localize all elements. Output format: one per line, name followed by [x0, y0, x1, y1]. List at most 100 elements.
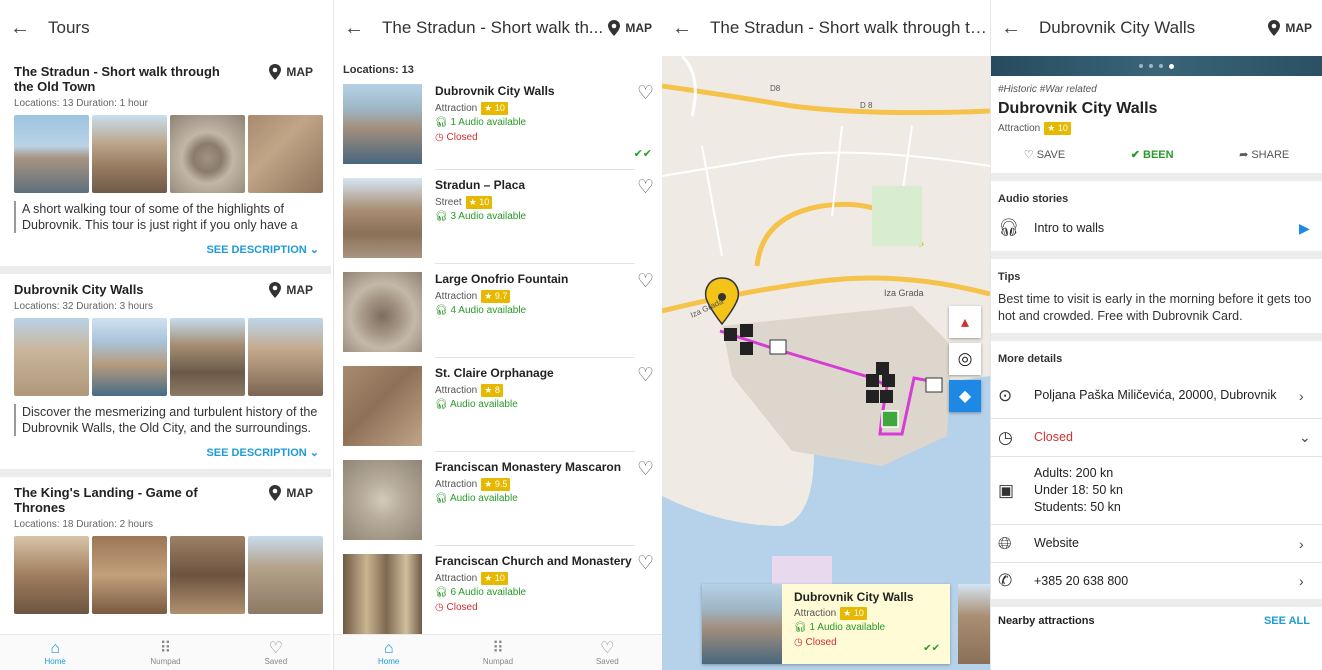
map-button[interactable]: MAP	[1267, 20, 1312, 36]
map-view[interactable]: D8 D 8 Iza Grada Iza Grada	[662, 56, 990, 670]
tour-meta: Locations: 32 Duration: 3 hours	[14, 301, 153, 312]
nav-numpad[interactable]: ⠿ Numpad	[110, 635, 220, 670]
location-name: Stradun – Placa	[435, 178, 526, 192]
map-pin-icon	[1268, 20, 1281, 36]
page-title: Tours	[48, 18, 90, 37]
heart-icon[interactable]: ♡	[637, 552, 654, 575]
back-arrow-icon[interactable]: ←	[344, 17, 370, 40]
heart-icon[interactable]: ♡	[637, 364, 654, 387]
divider	[991, 599, 1322, 607]
back-arrow-icon[interactable]: ←	[1001, 17, 1027, 40]
crosshair-icon: ◎	[957, 349, 973, 368]
see-all-button[interactable]: SEE ALL	[1264, 615, 1310, 627]
map-button[interactable]: MAP	[268, 64, 313, 80]
heart-icon: ♡	[268, 639, 283, 657]
tour-card[interactable]: The Stradun - Short walk through the Old…	[0, 56, 331, 266]
tour-photo	[170, 536, 245, 614]
address-text: Poljana Paška Miličevića, 20000, Dubrovn…	[1034, 388, 1277, 402]
tour-photo	[92, 318, 167, 396]
chevron-right-icon: ›	[1299, 573, 1304, 589]
heart-icon: ♡	[600, 639, 615, 657]
compass-button[interactable]: ▴	[949, 306, 981, 338]
list-item[interactable]: Large Onofrio Fountain Attraction ★ 9.7 🎧…	[334, 264, 662, 358]
app-bar: ← Tours	[0, 0, 331, 56]
been-button[interactable]: ✔ BEEN	[1131, 148, 1174, 161]
hero-image[interactable]	[991, 56, 1322, 76]
divider	[991, 251, 1322, 259]
nav-home[interactable]: ⌂ Home	[0, 635, 110, 670]
list-item[interactable]: Franciscan Monastery Mascaron Attraction…	[334, 452, 662, 546]
heart-icon[interactable]: ♡	[637, 458, 654, 481]
headphones-icon: 🎧︎	[794, 622, 807, 633]
back-arrow-icon[interactable]: ←	[10, 17, 36, 40]
location-pin-icon: ⊙	[998, 385, 1013, 405]
tour-photo	[170, 318, 245, 396]
heart-icon: ♡	[1023, 148, 1034, 161]
directions-button[interactable]: ◆	[949, 380, 981, 412]
clock-icon: ◷	[435, 602, 444, 613]
globe-icon: 🌐︎	[998, 533, 1012, 553]
tour-list[interactable]: The Stradun - Short walk through the Old…	[0, 56, 331, 634]
tour-photo	[14, 318, 89, 396]
list-item[interactable]: Franciscan Church and Monastery Attracti…	[334, 546, 662, 634]
tour-photo	[248, 318, 323, 396]
detail-content[interactable]: #Historic #War related Dubrovnik City Wa…	[991, 76, 1322, 670]
list-item[interactable]: Stradun – Placa Street ★ 10 🎧︎ 3 Audio av…	[334, 170, 662, 264]
rating-badge: ★ 10	[481, 572, 508, 585]
map-pin-icon	[608, 20, 621, 36]
play-icon[interactable]: ▶	[1299, 220, 1315, 237]
heart-icon[interactable]: ♡	[637, 82, 654, 105]
heart-icon[interactable]: ♡	[637, 176, 654, 199]
tips-text: Best time to visit is early in the morni…	[998, 292, 1312, 323]
tour-card[interactable]: The King's Landing - Game of Thrones Loc…	[0, 477, 331, 624]
map-button[interactable]: MAP	[607, 20, 652, 36]
page-title: The Stradun - Short walk th...	[382, 18, 604, 37]
hours-row[interactable]: ◷ Closed ⌄	[991, 419, 1322, 457]
been-check-icon: ✔✔	[633, 148, 652, 160]
location-photo	[702, 584, 782, 664]
nav-saved[interactable]: ♡ Saved	[221, 635, 331, 670]
location-category-row: Attraction ★ 8	[435, 384, 635, 397]
locations-count: Locations: 13	[343, 64, 414, 76]
headphones-icon: 🎧︎	[435, 587, 448, 598]
location-photo	[343, 366, 422, 446]
location-category-row: Street ★ 10	[435, 196, 635, 209]
location-category-row: Attraction ★ 9.7	[435, 290, 635, 303]
list-item[interactable]: Dubrovnik City Walls Attraction ★ 10 🎧︎ 1…	[334, 76, 662, 170]
share-button[interactable]: ➦ SHARE	[1239, 148, 1289, 161]
nav-saved[interactable]: ♡ Saved	[553, 635, 662, 670]
category-label: Attraction	[435, 385, 478, 396]
tour-description: Discover the mesmerizing and turbulent h…	[14, 404, 323, 436]
action-bar: ♡ SAVE ✔ BEEN ➦ SHARE	[991, 135, 1322, 173]
phone-row[interactable]: ✆ +385 20 638 800 ›	[991, 563, 1322, 599]
list-item[interactable]: St. Claire Orphanage Attraction ★ 8 🎧︎ Au…	[334, 358, 662, 452]
location-card[interactable]: Dubrovnik City Walls Attraction ★ 10 🎧︎ 1…	[702, 584, 950, 664]
chevron-right-icon: ›	[1299, 387, 1304, 404]
map-button[interactable]: MAP	[268, 485, 313, 501]
heart-icon[interactable]: ♡	[637, 270, 654, 293]
location-list[interactable]: Locations: 13 Dubrovnik City Walls Attra…	[334, 56, 662, 634]
category-label: Attraction	[435, 103, 478, 114]
carousel-dot	[1159, 64, 1163, 68]
tour-thumbnails	[14, 318, 323, 396]
see-description-button[interactable]: SEE DESCRIPTION ⌄	[14, 243, 319, 256]
hours-status: Closed	[1034, 430, 1073, 444]
website-row[interactable]: 🌐︎ Website ›	[991, 525, 1322, 563]
tour-photo	[248, 536, 323, 614]
nav-numpad[interactable]: ⠿ Numpad	[443, 635, 552, 670]
tour-photo	[248, 115, 323, 193]
back-arrow-icon[interactable]: ←	[672, 17, 698, 40]
my-location-button[interactable]: ◎	[949, 343, 981, 375]
save-button[interactable]: ♡ SAVE	[1024, 148, 1065, 161]
audio-availability: 🎧︎ 4 Audio available	[435, 305, 527, 316]
next-card-peek[interactable]	[958, 584, 990, 664]
address-row[interactable]: ⊙ Poljana Paška Miličevića, 20000, Dubro…	[991, 373, 1322, 419]
audio-story-item[interactable]: 🎧︎ Intro to walls ▶	[991, 213, 1322, 243]
map-button[interactable]: MAP	[268, 282, 313, 298]
money-icon: ▣	[998, 480, 1015, 500]
tour-card[interactable]: Dubrovnik City Walls Locations: 32 Durat…	[0, 274, 331, 469]
section-title: Tips	[998, 271, 1021, 283]
nav-home[interactable]: ⌂ Home	[334, 635, 443, 670]
carousel-dot	[1149, 64, 1153, 68]
see-description-button[interactable]: SEE DESCRIPTION ⌄	[14, 446, 319, 459]
